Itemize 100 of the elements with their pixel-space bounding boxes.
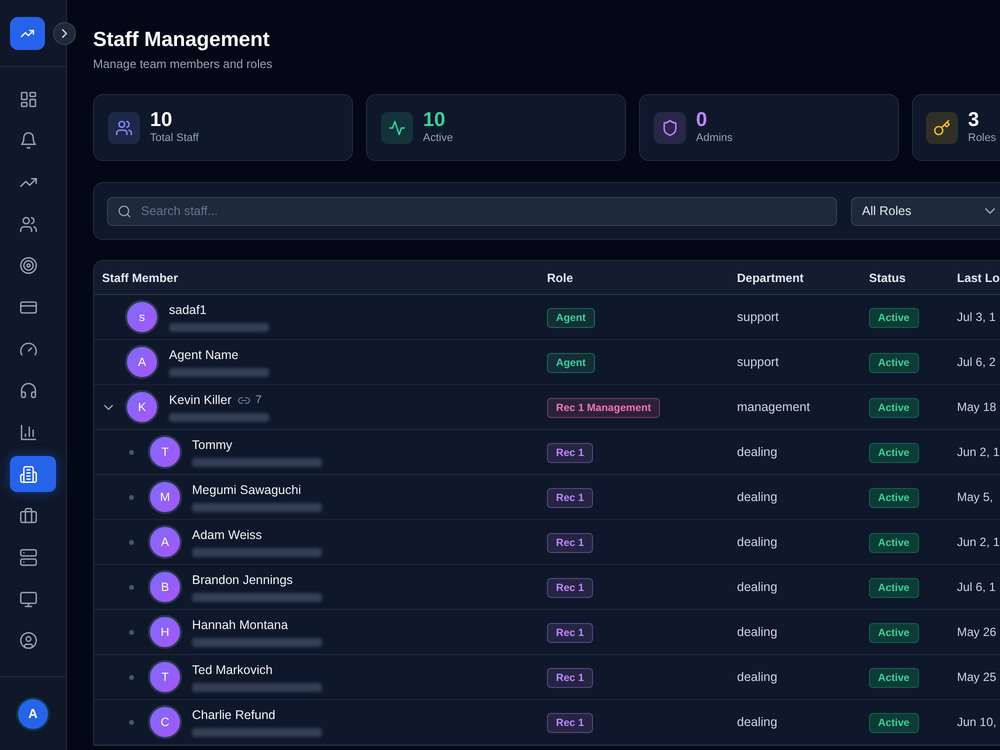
page-title: Staff Management	[93, 27, 271, 53]
page-subtitle: Manage team members and roles	[93, 56, 274, 73]
column-header: Role	[547, 270, 574, 284]
department-name: support	[737, 310, 779, 324]
subordinate-count: 7	[256, 393, 262, 407]
staff-name: Ted Markovich	[192, 662, 273, 678]
staff-name: Kevin Killer	[169, 392, 232, 408]
sidebar-toggle-button[interactable]	[53, 22, 76, 45]
status-tag: Active	[869, 668, 919, 688]
dot-icon	[128, 674, 134, 680]
target-icon	[20, 257, 37, 274]
trending-logo-icon	[10, 17, 45, 50]
status-tag: Active	[869, 578, 919, 598]
department-name: dealing	[737, 490, 778, 504]
last-login-date: Jul 6, 1	[957, 580, 996, 594]
role-tag: Rec 1	[547, 443, 594, 463]
department-name: support	[737, 355, 779, 369]
role-tag: Rec 1	[547, 713, 594, 733]
stat-label: Roles	[968, 131, 996, 146]
user-avatar[interactable]: A	[18, 698, 48, 728]
dashboard-icon	[20, 90, 37, 108]
avatar: T	[148, 435, 182, 469]
department-name: dealing	[737, 535, 778, 549]
role-tag: Rec 1	[547, 578, 594, 598]
last-login-date: May 5,	[957, 490, 994, 504]
role-tag: Rec 1 Management	[547, 398, 660, 418]
chevron-right-icon	[62, 29, 67, 38]
link-icon	[238, 396, 250, 404]
last-login-date: May 26	[957, 625, 996, 639]
avatar: A	[125, 345, 159, 379]
status-tag: Active	[869, 713, 919, 733]
bar-chart-icon	[20, 424, 37, 441]
avatar: M	[148, 480, 182, 514]
users-icon	[20, 216, 37, 233]
department-name: dealing	[737, 715, 778, 729]
staff-name: Charlie Refund	[192, 707, 276, 723]
stat-value: 10	[423, 109, 446, 131]
staff-name: sadaf1	[169, 302, 207, 318]
department-name: dealing	[737, 670, 778, 684]
role-tag: Rec 1	[547, 668, 594, 688]
last-login-date: Jun 2, 1	[957, 445, 1000, 459]
column-header: Staff Member	[102, 270, 178, 284]
role-tag: Rec 1	[547, 488, 594, 508]
staff-name: Agent Name	[169, 347, 238, 363]
department-name: dealing	[737, 625, 778, 639]
staff-name: Tommy	[192, 437, 232, 453]
column-header: Status	[869, 270, 906, 284]
avatar: B	[148, 570, 182, 604]
avatar: A	[148, 525, 182, 559]
status-tag: Active	[869, 488, 919, 508]
status-tag: Active	[869, 533, 919, 553]
last-login-date: May 18	[957, 400, 996, 414]
bell-icon	[20, 132, 37, 150]
avatar: T	[148, 660, 182, 694]
stat-label: Total Staff	[150, 131, 199, 146]
role-tag: Rec 1	[547, 623, 594, 643]
monitor-icon	[20, 590, 37, 608]
last-login-date: Jun 10,	[957, 715, 996, 729]
column-header: Last Lo	[957, 270, 1000, 284]
last-login-date: Jul 6, 2	[957, 355, 996, 369]
column-header: Department	[737, 270, 804, 284]
server-icon	[20, 549, 37, 566]
avatar: C	[148, 705, 182, 739]
avatar: K	[125, 390, 159, 424]
avatar: s	[125, 300, 159, 334]
status-tag: Active	[869, 308, 919, 328]
briefcase-icon	[20, 507, 37, 524]
stat-value: 10	[150, 109, 174, 131]
role-tag: Rec 1	[547, 533, 594, 553]
department-name: management	[737, 400, 810, 414]
sidebar-nav-item[interactable]	[10, 456, 56, 492]
dot-icon	[128, 450, 134, 454]
dot-icon	[128, 540, 134, 544]
role-tag: Agent	[547, 308, 595, 328]
chevron-down-icon	[985, 208, 995, 214]
stat-label: Admins	[696, 131, 733, 146]
building-icon	[20, 466, 37, 483]
search-icon	[118, 204, 131, 218]
dot-icon	[128, 584, 134, 590]
role-filter-dropdown[interactable]: All Roles	[851, 196, 1000, 226]
chevron-down-icon	[104, 404, 112, 410]
status-tag: Active	[869, 353, 919, 373]
status-tag: Active	[869, 623, 919, 643]
staff-name: Brandon Jennings	[192, 572, 293, 588]
staff-name: Megumi Sawaguchi	[192, 482, 302, 498]
dot-icon	[128, 720, 134, 724]
stat-value: 3	[968, 109, 980, 131]
stat-value: 0	[696, 109, 708, 131]
dot-icon	[128, 494, 134, 500]
last-login-date: Jun 2, 1	[957, 535, 1000, 549]
user-circle-icon	[20, 632, 37, 650]
department-name: dealing	[737, 580, 778, 594]
last-login-date: May 25	[957, 670, 996, 684]
staff-name: Adam Weiss	[192, 527, 262, 543]
dot-icon	[128, 630, 134, 634]
headphones-icon	[20, 382, 37, 400]
search-field[interactable]: Search staff...	[107, 196, 837, 226]
staff-name: Hannah Montana	[192, 617, 288, 633]
role-tag: Agent	[547, 353, 595, 373]
department-name: dealing	[737, 445, 778, 459]
